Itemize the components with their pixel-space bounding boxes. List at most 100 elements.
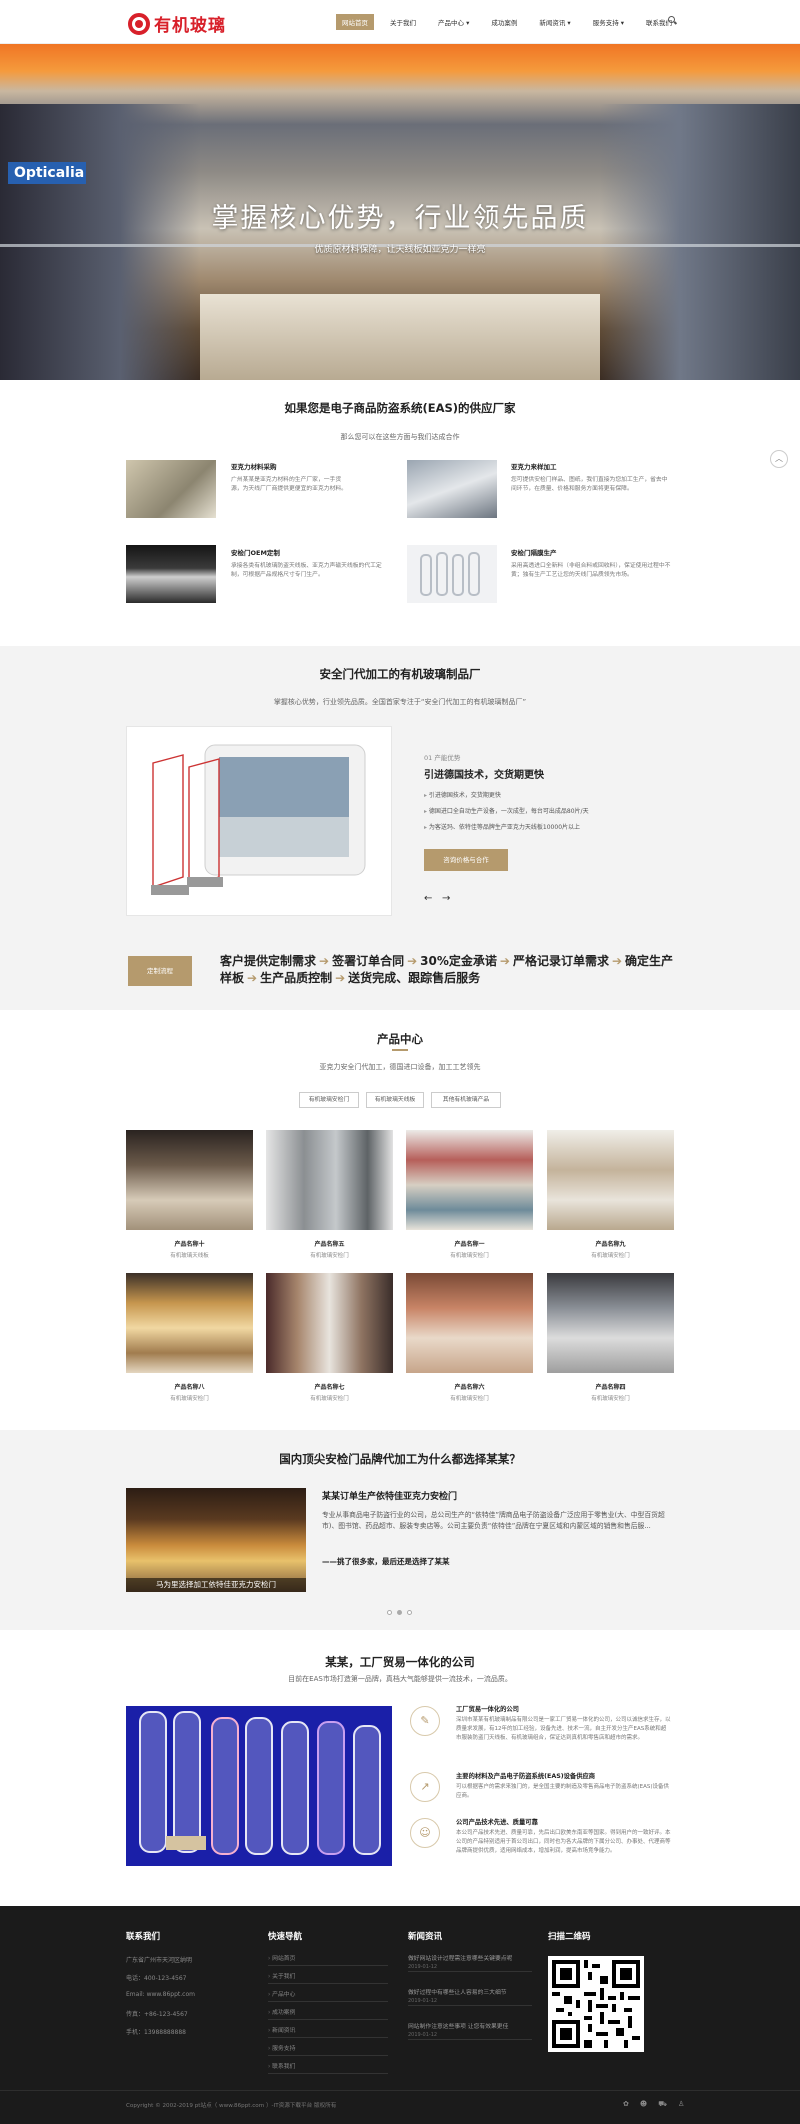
footer-news-item[interactable]: 做好网站设计过程需注意哪些关键要点呢 2019-01-12 <box>408 1953 532 1972</box>
flow-step-3: 30%定金承诺 <box>420 954 497 968</box>
main-nav: 网站首页 关于我们 产品中心 ▾ 成功案例 新闻资讯 ▾ 服务支持 ▾ 联系我们 <box>336 14 694 30</box>
product-category: 有机玻璃安检门 <box>450 1253 489 1259</box>
carousel-dot[interactable] <box>387 1610 392 1615</box>
nav-item-cases[interactable]: 成功案例 <box>491 17 517 27</box>
footer-link-about[interactable]: 关于我们 <box>268 1971 388 1984</box>
product-name: 产品名称十 <box>174 1241 205 1248</box>
about-item-title-1: 工厂贸易一体化的公司 <box>456 1706 519 1713</box>
banner-floor <box>200 294 600 380</box>
service-image-3 <box>126 545 216 603</box>
nav-item-support[interactable]: 服务支持 ▾ <box>593 17 624 27</box>
weibo-icon[interactable]: ✿ <box>623 2100 629 2109</box>
flow-arrow-icon: ➔ <box>319 954 330 968</box>
product-card[interactable]: 产品名称七 有机玻璃安检门 <box>266 1273 393 1402</box>
nav-item-products[interactable]: 产品中心 ▾ <box>438 17 469 27</box>
banner-store-sign: Opticalia <box>8 162 86 184</box>
qr-code-pattern <box>552 1960 640 2048</box>
product-name: 产品名称四 <box>595 1384 626 1391</box>
about-title: 某某，工厂贸易一体化的公司 <box>325 1655 475 1669</box>
footer-link-contact[interactable]: 联系我们 <box>268 2061 388 2074</box>
product-card[interactable]: 产品名称八 有机玻璃安检门 <box>126 1273 253 1402</box>
service-desc-2: 您可提供安检门样品、图纸，我们直接为您加工生产，省去中间环节，在质量、价格和服务… <box>511 477 668 492</box>
tab-security-gate[interactable]: 有机玻璃安检门 <box>299 1092 359 1108</box>
footer-news-title: 新闻资讯 <box>408 1932 443 1942</box>
carousel-dot[interactable] <box>407 1610 412 1615</box>
flow-step-1: 客户提供定制需求 <box>220 954 317 968</box>
custom-flow: 客户提供定制需求 ➔ 签署订单合同 ➔ 30%定金承诺 ➔ 严格记录订单需求 ➔ 确定生产样板 ➔… <box>220 953 680 987</box>
why-image: 马为里选择加工依特佳亚克力安检门 <box>126 1488 306 1592</box>
footer-nav-title: 快速导航 <box>268 1932 303 1942</box>
logo[interactable]: 有机玻璃 <box>128 11 226 36</box>
search-icon[interactable] <box>668 16 675 23</box>
service-desc-1: 广州某某是亚克力材料的生产厂家，一手货源，为天线厂厂商提供更便宜的亚克力材料。 <box>231 477 347 492</box>
product-card[interactable]: 产品名称五 有机玻璃安检门 <box>266 1130 393 1259</box>
products-subtitle: 亚克力安全门代加工，德国进口设备，加工工艺领先 <box>319 1063 481 1071</box>
consult-button[interactable]: 咨询价格与合作 <box>424 849 508 871</box>
about-item-title-2: 主要的材料及产品电子防盗系统(EAS)设备供应商 <box>456 1773 596 1780</box>
why-text: 专业从事商品电子防盗行业的公司，总公司生产的“依特佳”牌商品电子防盗设备广泛应用… <box>322 1511 665 1530</box>
oem-subtitle: 掌握核心优势，行业领先品质。全国首家专注于“安全门代加工的有机玻璃制品厂” <box>273 698 527 706</box>
footer-news-item[interactable]: 做好过程中有哪些让人容易的三大细节 2019-01-12 <box>408 1987 532 2006</box>
next-arrow-icon[interactable]: → <box>442 893 450 904</box>
antenna-boards-photo <box>139 1711 381 1855</box>
footer-link-cases[interactable]: 成功案例 <box>268 2007 388 2020</box>
product-image <box>266 1130 393 1230</box>
product-card[interactable]: 产品名称四 有机玻璃安检门 <box>547 1273 674 1402</box>
product-name: 产品名称一 <box>454 1241 485 1248</box>
footer-mobile: 手机：13988888888 <box>126 2029 186 2036</box>
news-title: 网站制作注意这些事项 让您有效果更佳 <box>408 2024 509 2030</box>
tab-other-products[interactable]: 其他有机玻璃产品 <box>431 1092 501 1108</box>
footer-fax: 传真：+86-123-4567 <box>126 2011 188 2018</box>
user-icon[interactable]: ♙ <box>678 2100 684 2109</box>
nav-item-about[interactable]: 关于我们 <box>390 17 416 27</box>
oem-item-number: 01 产能优势 <box>424 754 461 762</box>
carousel-dot-active[interactable] <box>397 1610 402 1615</box>
product-card[interactable]: 产品名称六 有机玻璃安检门 <box>406 1273 533 1402</box>
oem-title: 安全门代加工的有机玻璃制品厂 <box>319 667 481 681</box>
footer-news-item[interactable]: 网站制作注意这些事项 让您有效果更佳 2019-01-12 <box>408 2021 532 2040</box>
product-category: 有机玻璃安检门 <box>170 1396 209 1402</box>
footer-divider <box>0 2090 800 2091</box>
flow-button[interactable]: 定制流程 <box>128 956 192 986</box>
flow-step-2: 签署订单合同 <box>332 954 405 968</box>
footer-social-icons: ✿ ☻ ⛟ ♙ <box>612 2100 684 2109</box>
product-card[interactable]: 产品名称十 有机玻璃天线板 <box>126 1130 253 1259</box>
cart-icon[interactable]: ⛟ <box>658 2100 667 2109</box>
back-to-top-button[interactable]: ︿ <box>770 450 788 468</box>
services-title: 如果您是电子商品防盗系统(EAS)的供应厂家 <box>284 401 516 415</box>
news-date: 2019-01-12 <box>408 1998 438 2004</box>
service-desc-3: 承接各类有机玻璃防盗天线板、亚克力声磁天线板的代工定制，可根据产品规格尺寸专门生… <box>231 563 382 578</box>
nav-item-home[interactable]: 网站首页 <box>336 14 374 30</box>
title-underline <box>392 1049 408 1051</box>
prev-arrow-icon[interactable]: ← <box>424 893 432 904</box>
security-gate-illustration <box>420 552 480 596</box>
qq-icon[interactable]: ☻ <box>640 2100 647 2109</box>
product-image <box>126 1130 253 1230</box>
flow-arrow-icon: ➔ <box>499 954 510 968</box>
copyright: Copyright © 2002-2019 pt站点（ www.86ppt.co… <box>126 2103 337 2109</box>
tab-antenna-board[interactable]: 有机玻璃天线板 <box>366 1092 424 1108</box>
footer-link-home[interactable]: 网站首页 <box>268 1953 388 1966</box>
footer-email: Email: www.86ppt.com <box>126 1991 195 1998</box>
flow-step-6: 生产品质控制 <box>260 971 333 985</box>
nav-item-news[interactable]: 新闻资讯 ▾ <box>539 17 570 27</box>
product-image <box>126 1273 253 1373</box>
footer <box>0 1906 800 2124</box>
about-item-desc-2: 可以根据客户的需求来独门的，是全国主要的制造及零售商品电子防盗系统(EAS)设备… <box>456 1784 670 1799</box>
oem-image <box>126 726 392 916</box>
product-name: 产品名称八 <box>174 1384 205 1391</box>
oem-point-3: 为客送玛、依特佳等品牌生产亚克力天线板10000片以上 <box>424 822 580 831</box>
product-category: 有机玻璃安检门 <box>310 1396 349 1402</box>
service-image-2 <box>407 460 497 518</box>
footer-link-products[interactable]: 产品中心 <box>268 1989 388 2002</box>
product-card[interactable]: 产品名称一 有机玻璃安检门 <box>406 1130 533 1259</box>
oem-point-2: 德国进口全自动生产设备，一次成型，每台可出成品80片/天 <box>424 806 589 815</box>
flow-arrow-icon: ➔ <box>611 954 623 968</box>
oem-point-1: 引进德国技术，交货期更快 <box>424 790 501 799</box>
footer-link-news[interactable]: 新闻资讯 <box>268 2025 388 2038</box>
service-title-1: 亚克力材料采购 <box>231 463 277 471</box>
compass-icon: ✎ <box>410 1706 440 1736</box>
footer-link-support[interactable]: 服务支持 <box>268 2043 388 2056</box>
product-name: 产品名称九 <box>595 1241 626 1248</box>
product-card[interactable]: 产品名称九 有机玻璃安检门 <box>547 1130 674 1259</box>
